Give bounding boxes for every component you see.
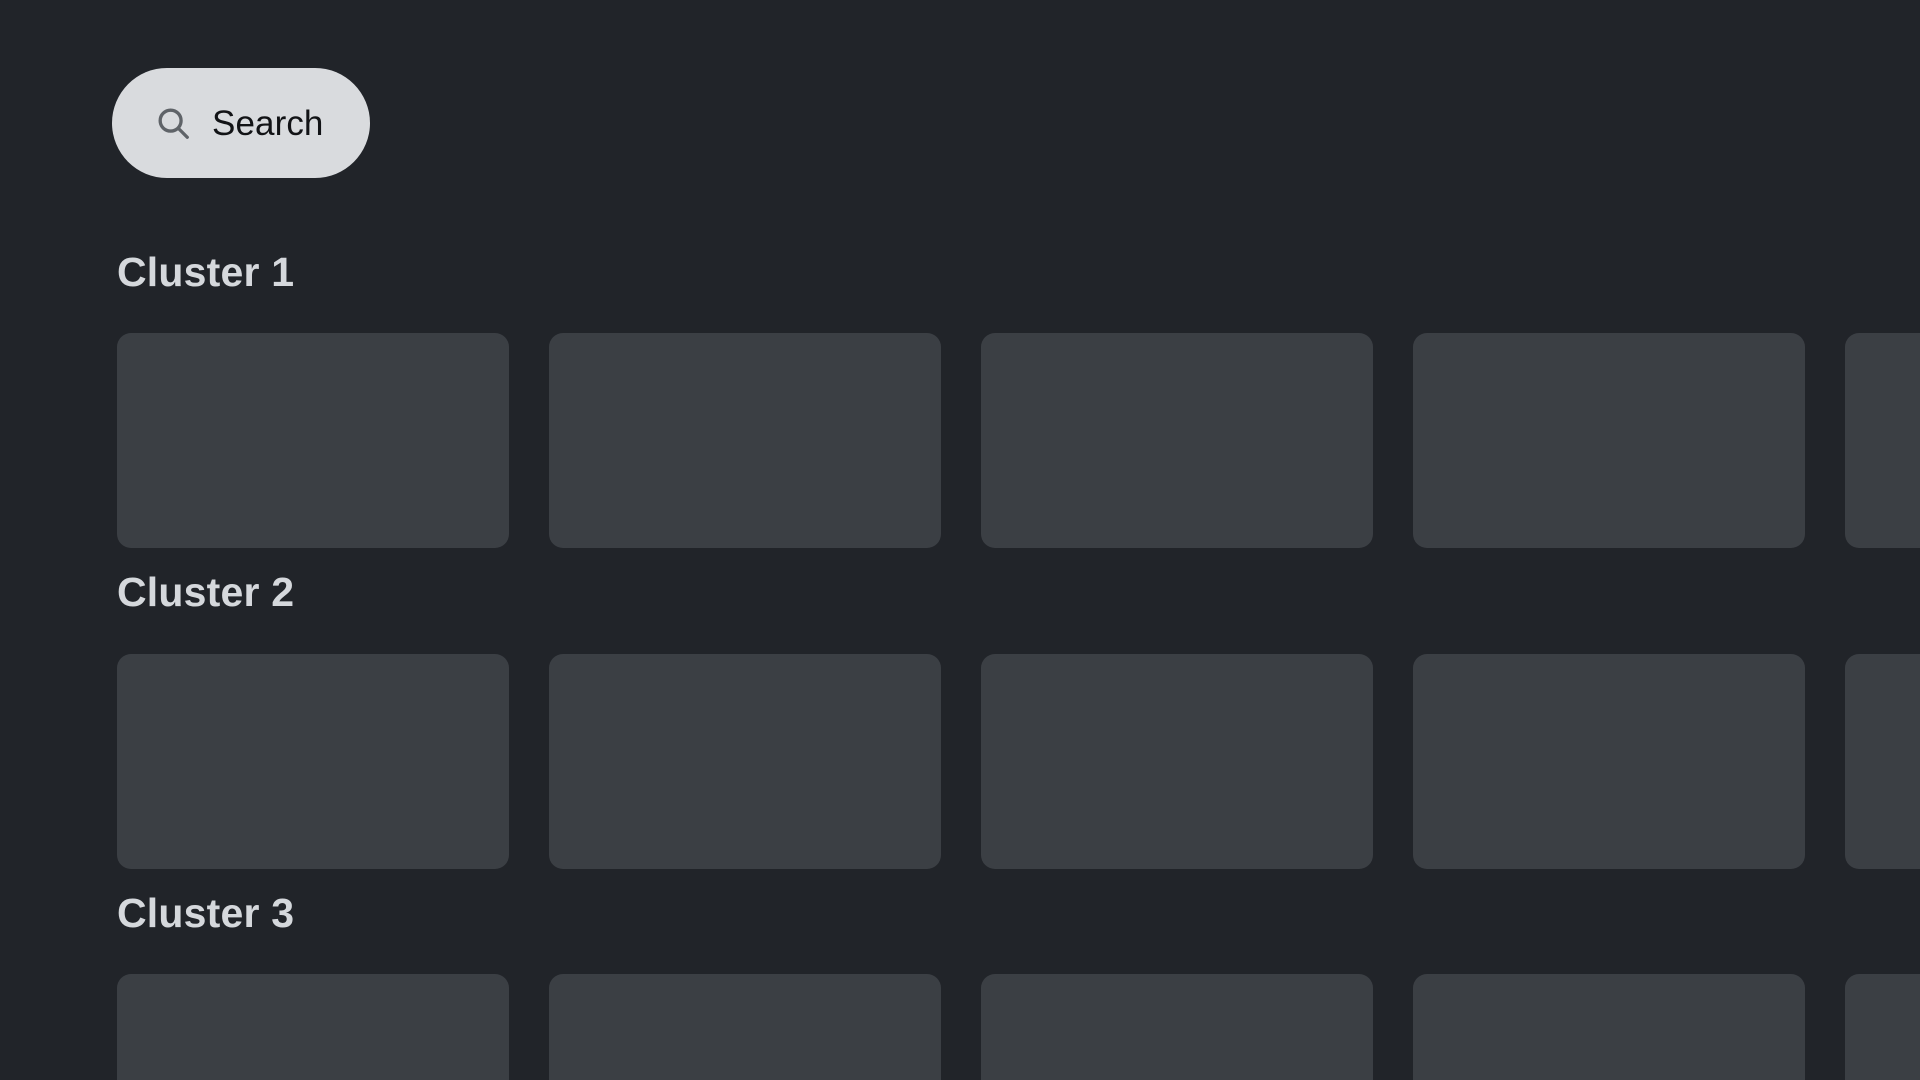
search-button-label: Search: [212, 103, 324, 143]
card-item[interactable]: [1413, 333, 1805, 549]
search-button[interactable]: Search: [112, 68, 370, 178]
card-item[interactable]: [117, 974, 509, 1080]
search-bar-container: Search: [112, 68, 370, 178]
cluster-title: Cluster 3: [117, 889, 295, 936]
cluster-section-3: Cluster 3: [0, 889, 1920, 1080]
card-item[interactable]: [549, 653, 941, 869]
card-item[interactable]: [981, 653, 1373, 869]
cluster-section-2: Cluster 2: [0, 568, 1920, 869]
card-row-cluster-3[interactable]: [0, 937, 1920, 1080]
cluster-list: Cluster 1 Cluster 2 Cluster 3: [0, 248, 1920, 1080]
card-item[interactable]: [1845, 653, 1920, 869]
cluster-title: Cluster 1: [117, 249, 295, 295]
card-item[interactable]: [981, 333, 1373, 549]
card-item[interactable]: [981, 974, 1373, 1080]
card-item[interactable]: [117, 653, 509, 869]
app-root: Search Cluster 1 Cluster 2 Cluster 3: [0, 0, 1920, 1080]
card-item[interactable]: [549, 333, 941, 549]
card-item[interactable]: [1413, 653, 1805, 869]
card-item[interactable]: [1413, 974, 1805, 1080]
cluster-title: Cluster 2: [117, 569, 295, 616]
cluster-section-1: Cluster 1: [0, 248, 1920, 549]
card-item[interactable]: [117, 333, 509, 549]
card-item[interactable]: [1845, 974, 1920, 1080]
card-item[interactable]: [1845, 333, 1920, 549]
search-icon: [154, 104, 192, 142]
card-row-cluster-1[interactable]: [0, 296, 1920, 549]
card-row-cluster-2[interactable]: [0, 617, 1920, 869]
card-item[interactable]: [549, 974, 941, 1080]
